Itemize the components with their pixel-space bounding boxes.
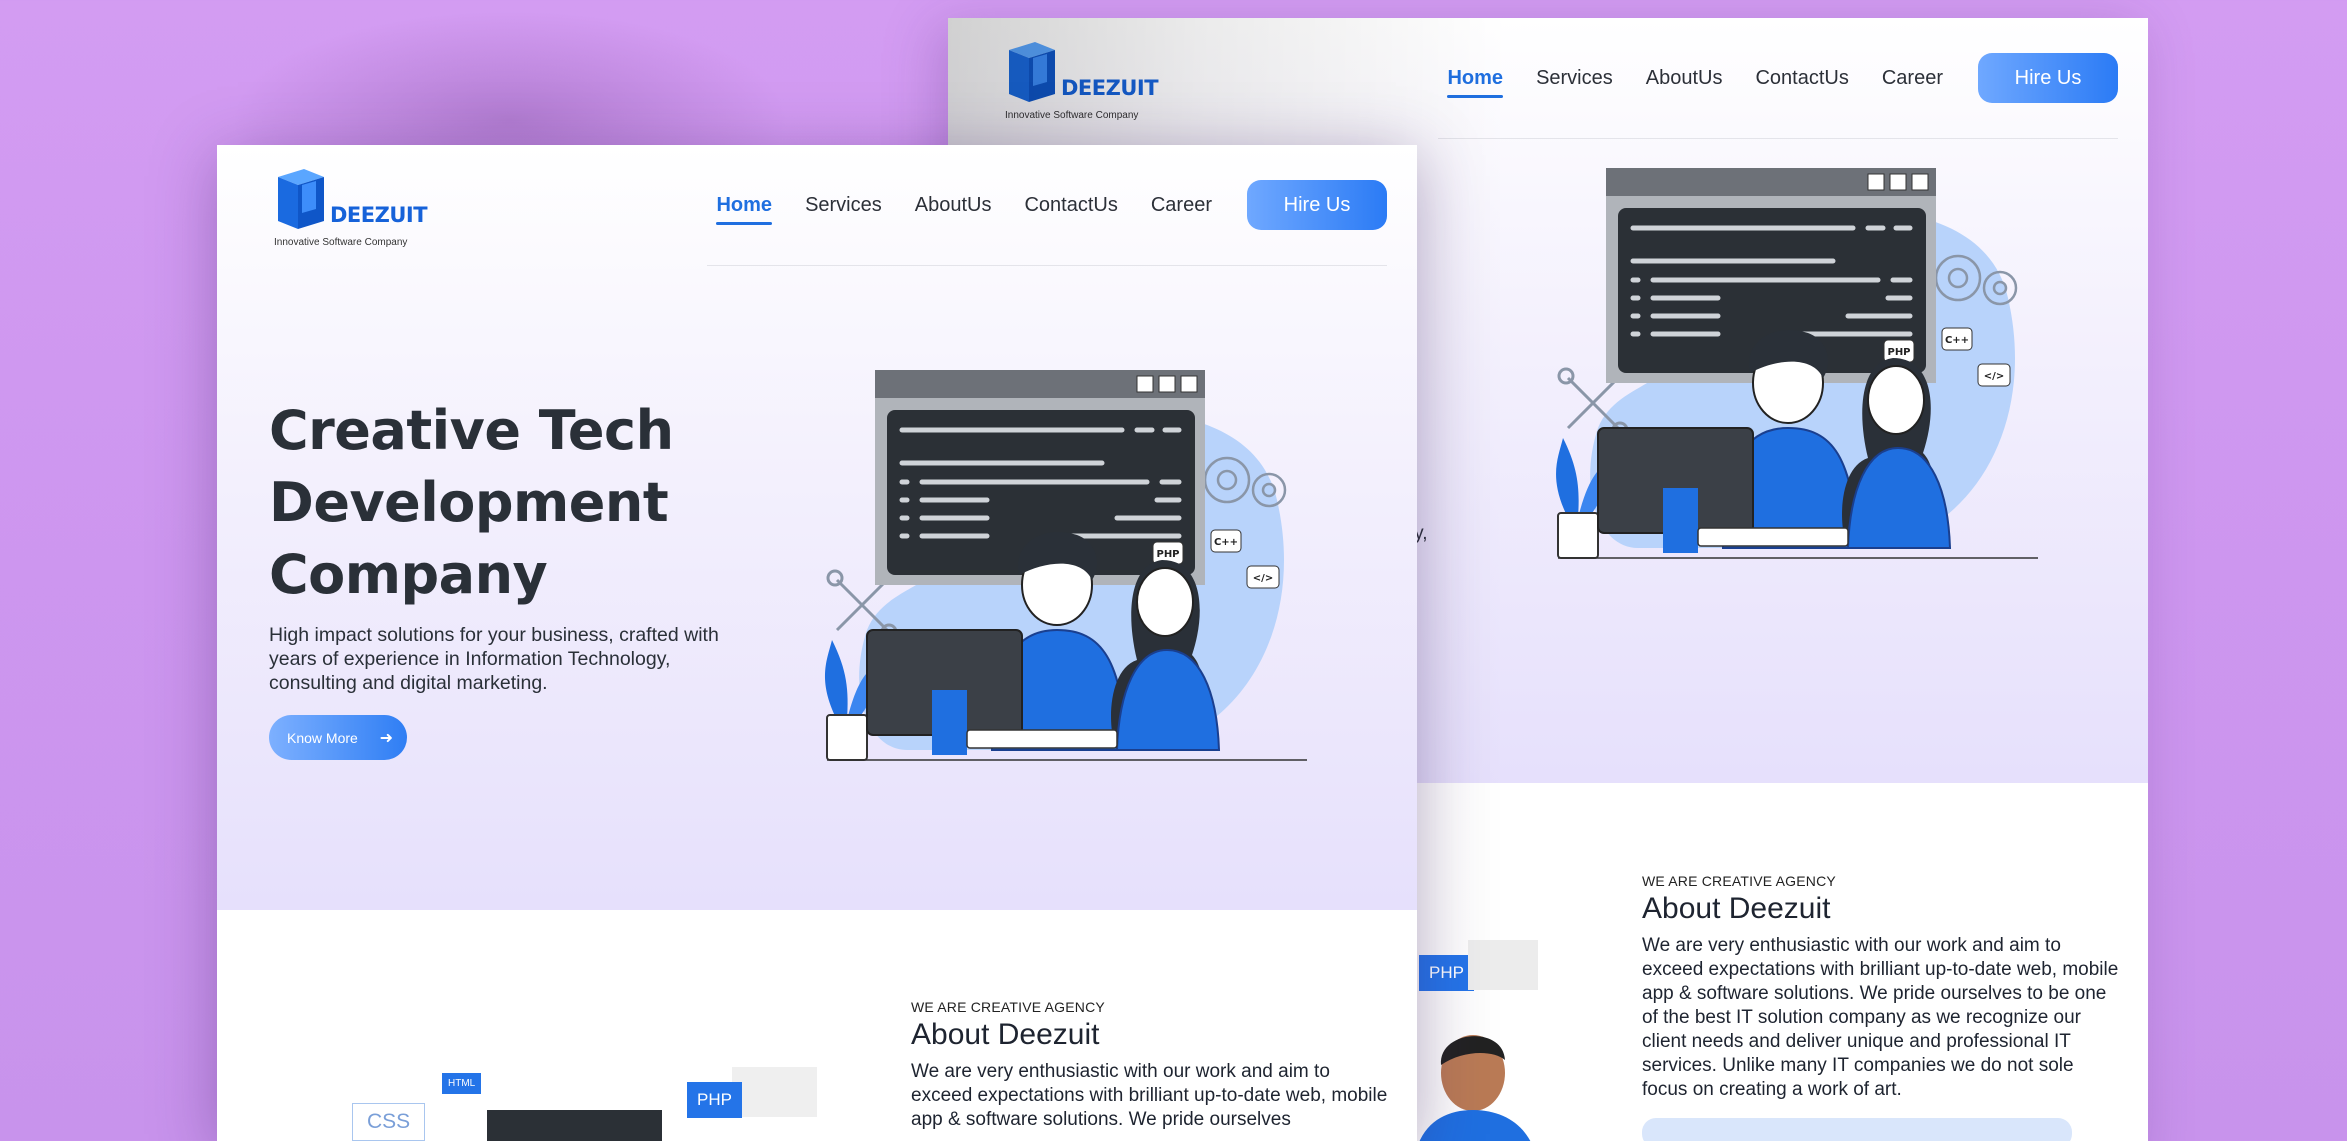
hero-headline: Creative Tech Development Company <box>269 395 674 611</box>
developers-illustration: PHP C++ </> <box>825 370 1307 761</box>
headline-line-3: Company <box>269 543 548 606</box>
gray-block <box>732 1067 817 1117</box>
brand-tagline: Innovative Software Company <box>274 237 408 248</box>
nav-career[interactable]: Career <box>1882 67 1943 90</box>
nav-services[interactable]: Services <box>1536 67 1613 90</box>
headline-line-2: Development <box>269 471 669 534</box>
svg-text:C++: C++ <box>1945 335 1969 346</box>
about-title: About Deezuit <box>911 1018 1100 1051</box>
svg-text:</>: </> <box>1984 371 2004 382</box>
php-tag: PHP <box>1419 955 1474 991</box>
cube-logo-icon <box>1009 42 1055 102</box>
svg-text:PHP: PHP <box>1156 549 1179 560</box>
about-eyebrow: WE ARE CREATIVE AGENCY <box>1642 873 1836 889</box>
code-editor-fragment <box>487 1110 662 1141</box>
know-more-label: Know More <box>287 729 358 746</box>
nav-aboutus[interactable]: AboutUs <box>1646 67 1723 90</box>
svg-text:PHP: PHP <box>1887 347 1910 358</box>
hire-us-button[interactable]: Hire Us <box>1978 53 2118 103</box>
css-tag: CSS <box>352 1103 426 1141</box>
brand-name: DEEZUIT <box>1061 76 1159 100</box>
html-tag: HTML <box>442 1073 482 1094</box>
about-section: WE ARE CREATIVE AGENCY About Deezuit We … <box>911 999 1391 1132</box>
nav-aboutus[interactable]: AboutUs <box>915 194 992 217</box>
know-more-button[interactable]: Know More ➜ <box>269 715 407 760</box>
nav-home[interactable]: Home <box>716 194 772 225</box>
headline-line-1: Creative Tech <box>269 399 674 462</box>
svg-text:C++: C++ <box>1214 537 1238 548</box>
about-body: We are very enthusiastic with our work a… <box>911 1061 1388 1130</box>
brand-tagline: Innovative Software Company <box>1005 110 1139 121</box>
main-nav: Home Services AboutUs ContactUs Career H… <box>716 180 1387 230</box>
nav-contactus[interactable]: ContactUs <box>1755 67 1848 90</box>
nav-contactus[interactable]: ContactUs <box>1024 194 1117 217</box>
back-about-section: WE ARE CREATIVE AGENCY About Deezuit We … <box>1642 873 2122 1141</box>
back-logo[interactable]: DEEZUIT Innovative Software Company <box>1003 38 1159 123</box>
logo[interactable]: DEEZUIT Innovative Software Company <box>272 165 428 250</box>
hero-subtext: High impact solutions for your business,… <box>269 624 719 694</box>
php-tag: PHP <box>687 1082 742 1118</box>
developers-illustration: PHP C++ </> <box>1556 168 2038 559</box>
front-page-mockup: DEEZUIT Innovative Software Company Home… <box>217 145 1417 1141</box>
nav-career[interactable]: Career <box>1151 194 1212 217</box>
cube-logo-icon <box>278 169 324 229</box>
about-body: We are very enthusiastic with our work a… <box>1642 935 2119 1100</box>
svg-text:</>: </> <box>1253 573 1273 584</box>
nav-services[interactable]: Services <box>805 194 882 217</box>
hire-us-button[interactable]: Hire Us <box>1247 180 1387 230</box>
about-title: About Deezuit <box>1642 892 1831 925</box>
back-nav: Home Services AboutUs ContactUs Career H… <box>1447 53 2118 103</box>
brand-name: DEEZUIT <box>330 203 428 227</box>
about-eyebrow: WE ARE CREATIVE AGENCY <box>911 999 1105 1015</box>
arrow-right-icon: ➜ <box>379 730 393 747</box>
developer-avatar <box>1419 1035 1531 1141</box>
gray-block <box>1468 940 1538 990</box>
nav-divider <box>707 265 1387 266</box>
about-highlight-chip <box>1642 1118 2072 1141</box>
nav-home[interactable]: Home <box>1447 67 1503 98</box>
